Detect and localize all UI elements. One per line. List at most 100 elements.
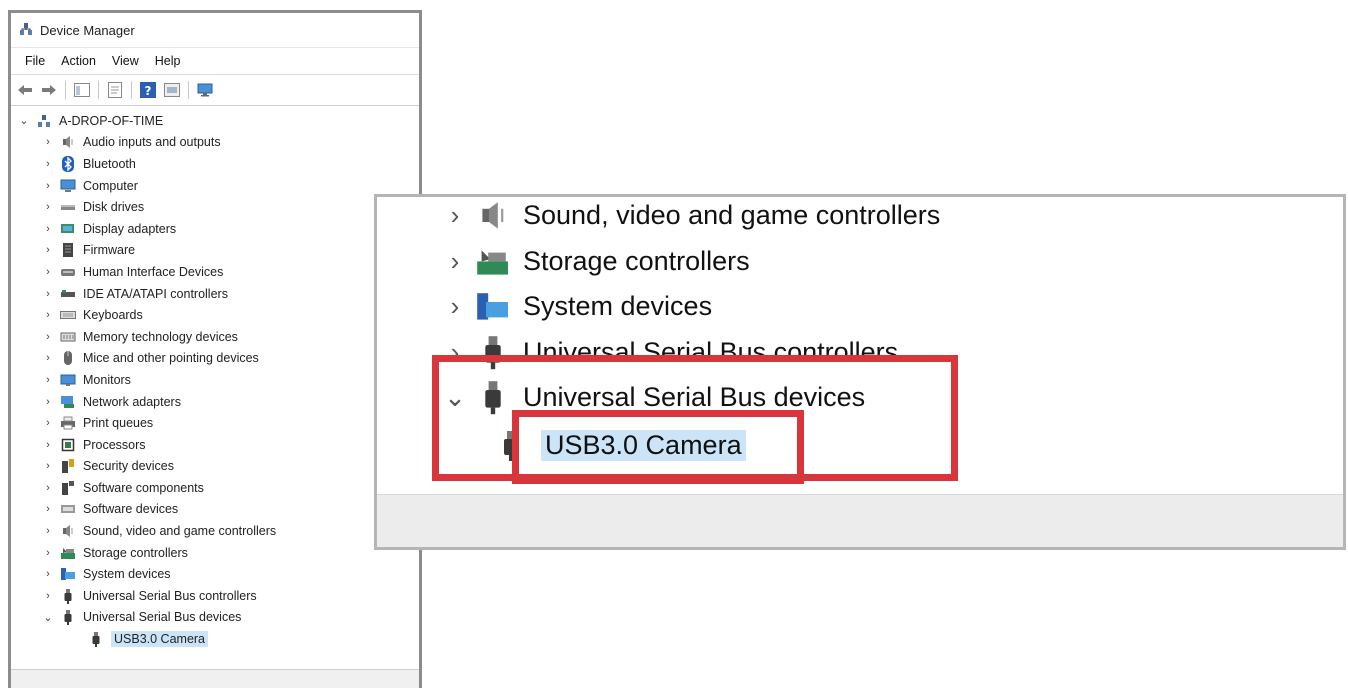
tree-item-label: Security devices (83, 459, 175, 474)
display-adapter-icon (59, 221, 77, 237)
zoom-item-system-devices[interactable]: › System devices (437, 283, 712, 329)
chevron-right-icon[interactable]: › (41, 352, 55, 364)
chevron-right-icon[interactable]: › (437, 291, 473, 322)
tree-item-processors[interactable]: › Processors (11, 434, 419, 456)
tree-item-label: Monitors (83, 372, 131, 387)
zoom-item-storage-controllers[interactable]: › Storage controllers (437, 238, 750, 284)
chevron-right-icon[interactable]: › (41, 180, 55, 192)
chevron-right-icon[interactable]: › (41, 482, 55, 494)
tree-root[interactable]: ⌄ A-DROP-OF-TIME (11, 110, 419, 132)
usb3-camera-label: USB3.0 Camera (111, 631, 209, 648)
tree-item-label: Bluetooth (83, 156, 136, 171)
chevron-right-icon[interactable]: › (41, 568, 55, 580)
highlight-box-usb3-camera (512, 410, 804, 484)
chevron-right-icon[interactable]: › (41, 590, 55, 602)
tree-item-label: Firmware (83, 243, 136, 258)
zoom-item-label: Sound, video and game controllers (523, 199, 941, 230)
tree-item-ide-ata-atapi-controllers[interactable]: › IDE ATA/ATAPI controllers (11, 283, 419, 305)
toolbar-separator (131, 81, 132, 99)
chevron-right-icon[interactable]: › (437, 246, 473, 277)
window-title: Device Manager (40, 22, 135, 38)
menu-view[interactable]: View (104, 54, 147, 68)
toolbar-separator (65, 81, 66, 99)
chevron-right-icon[interactable]: › (437, 200, 473, 231)
chevron-right-icon[interactable]: › (41, 396, 55, 408)
tree-item-display-adapters[interactable]: › Display adapters (11, 218, 419, 240)
tree-item-network-adapters[interactable]: › Network adapters (11, 391, 419, 413)
tree-item-label: Storage controllers (83, 545, 188, 560)
chevron-right-icon[interactable]: › (41, 158, 55, 170)
menu-file[interactable]: File (17, 54, 53, 68)
tree-item-memory-technology-devices[interactable]: › Memory technology devices (11, 326, 419, 348)
chevron-right-icon[interactable]: › (41, 417, 55, 429)
tree-item-disk-drives[interactable]: › Disk drives (11, 196, 419, 218)
tree-item-label: Software devices (83, 502, 179, 517)
computer-root-icon (35, 113, 53, 129)
menu-help[interactable]: Help (147, 54, 189, 68)
usb-icon (59, 588, 77, 604)
tree-item-keyboards[interactable]: › Keyboards (11, 304, 419, 326)
tree-item-storage-controllers[interactable]: › Storage controllers (11, 542, 419, 564)
tree-item-universal-serial-bus-devices[interactable]: ⌄ Universal Serial Bus devices (11, 607, 419, 629)
firmware-icon (59, 242, 77, 258)
tree-item-label: Network adapters (83, 394, 181, 409)
tree-item-label: Universal Serial Bus devices (83, 610, 242, 625)
tree-item-audio-inputs-and-outputs[interactable]: › Audio inputs and outputs (11, 132, 419, 154)
speaker-icon (59, 523, 77, 539)
zoom-item-label: Storage controllers (523, 245, 750, 276)
tree-item-label: Sound, video and game controllers (83, 524, 277, 539)
update-driver-icon[interactable] (162, 80, 182, 100)
chevron-right-icon[interactable]: › (41, 244, 55, 256)
chevron-right-icon[interactable]: › (41, 503, 55, 515)
chevron-right-icon[interactable]: › (41, 223, 55, 235)
chevron-right-icon[interactable]: › (41, 331, 55, 343)
chevron-right-icon[interactable]: › (41, 525, 55, 537)
show-hide-console-tree-icon[interactable] (72, 80, 92, 100)
tree-item-universal-serial-bus-controllers[interactable]: › Universal Serial Bus controllers (11, 585, 419, 607)
tree-item-human-interface-devices[interactable]: › Human Interface Devices (11, 261, 419, 283)
toolbar-separator (188, 81, 189, 99)
title-bar: Device Manager (11, 13, 419, 47)
printer-icon (59, 415, 77, 431)
tree-item-software-devices[interactable]: › Software devices (11, 499, 419, 521)
tree-item-label: Keyboards (83, 308, 143, 323)
tree-item-bluetooth[interactable]: › Bluetooth (11, 153, 419, 175)
chevron-down-icon[interactable]: ⌄ (41, 611, 55, 624)
device-manager-icon (19, 22, 33, 39)
menu-action[interactable]: Action (53, 54, 104, 68)
tree-item-sound-video-and-game-controllers[interactable]: › Sound, video and game controllers (11, 520, 419, 542)
chevron-right-icon[interactable]: › (41, 439, 55, 451)
chevron-right-icon[interactable]: › (41, 201, 55, 213)
zoom-status-bar (377, 494, 1343, 547)
device-tree: ⌄ A-DROP-OF-TIME › Audio inputs and outpu… (11, 106, 419, 650)
properties-icon[interactable] (105, 80, 125, 100)
scan-hardware-icon[interactable] (195, 80, 215, 100)
tree-item-software-components[interactable]: › Software components (11, 477, 419, 499)
chevron-down-icon[interactable]: ⌄ (17, 114, 31, 127)
tree-item-monitors[interactable]: › Monitors (11, 369, 419, 391)
tree-item-computer[interactable]: › Computer (11, 175, 419, 197)
help-icon[interactable]: ? (138, 80, 158, 100)
disk-drive-icon (59, 199, 77, 215)
chevron-right-icon[interactable]: › (41, 309, 55, 321)
chevron-right-icon[interactable]: › (41, 266, 55, 278)
tree-item-label: System devices (83, 567, 171, 582)
chevron-right-icon[interactable]: › (41, 547, 55, 559)
tree-item-label: Processors (83, 437, 146, 452)
chevron-right-icon[interactable]: › (41, 460, 55, 472)
tree-item-label: Disk drives (83, 200, 145, 215)
toolbar: ? (11, 74, 419, 106)
tree-item-system-devices[interactable]: › System devices (11, 563, 419, 585)
tree-item-firmware[interactable]: › Firmware (11, 240, 419, 262)
tree-item-print-queues[interactable]: › Print queues (11, 412, 419, 434)
tree-item-mice-and-other-pointing-devices[interactable]: › Mice and other pointing devices (11, 348, 419, 370)
chevron-right-icon[interactable]: › (41, 374, 55, 386)
tree-item-security-devices[interactable]: › Security devices (11, 456, 419, 478)
tree-child-usb3-camera[interactable]: USB3.0 Camera (11, 628, 419, 650)
software-device-icon (59, 501, 77, 517)
back-arrow-icon[interactable] (15, 80, 35, 100)
forward-arrow-icon[interactable] (39, 80, 59, 100)
zoom-item-sound-video-and-game-controllers[interactable]: › Sound, video and game controllers (437, 197, 941, 238)
chevron-right-icon[interactable]: › (41, 288, 55, 300)
chevron-right-icon[interactable]: › (41, 136, 55, 148)
